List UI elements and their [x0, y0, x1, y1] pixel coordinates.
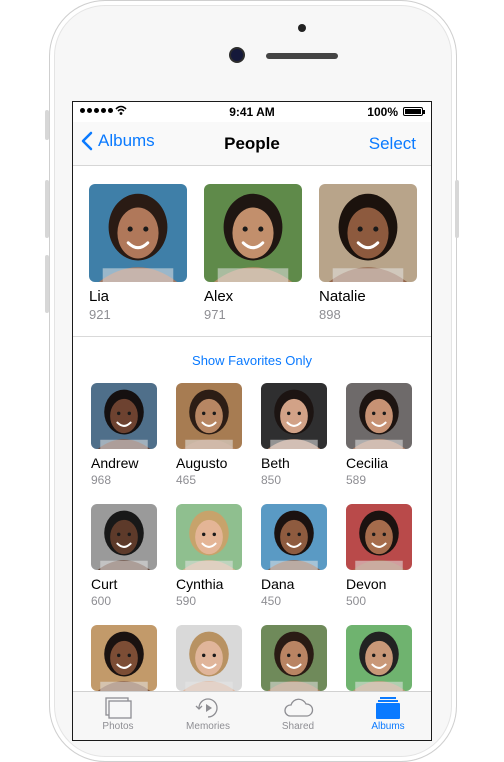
earpiece-speaker [266, 53, 338, 59]
person-name: Cynthia [176, 576, 224, 592]
person-name: Alex [204, 288, 234, 305]
tab-shared[interactable]: Shared [253, 696, 343, 732]
person-card[interactable]: Curt 600 [91, 504, 157, 608]
volume-down-button [45, 255, 49, 313]
tab-albums[interactable]: Albums [343, 696, 431, 732]
photo-count: 968 [91, 473, 112, 487]
person-photo [346, 383, 412, 449]
person-name: Andrew [91, 455, 139, 471]
battery-icon [403, 107, 425, 116]
person-name: Augusto [176, 455, 228, 471]
photo-count: 590 [176, 594, 197, 608]
tab-bar: Photos Memories Shared Albums [73, 691, 431, 740]
person-card[interactable] [261, 625, 327, 691]
person-photo [204, 184, 302, 282]
navigation-bar: Albums People Select [73, 122, 431, 166]
person-name: Natalie [319, 288, 366, 305]
photo-count: 971 [204, 307, 226, 322]
person-photo [91, 383, 157, 449]
person-photo [261, 504, 327, 570]
person-photo [176, 625, 242, 691]
person-photo [261, 383, 327, 449]
mute-switch [45, 110, 49, 140]
proximity-sensor [298, 24, 306, 32]
person-card[interactable]: Andrew 968 [91, 383, 157, 487]
tab-photos[interactable]: Photos [73, 696, 163, 732]
person-card[interactable]: Natalie 898 [319, 184, 417, 322]
people-content: Lia 921 Alex 971 Natalie 898 Show Favorites… [73, 166, 431, 691]
person-photo [319, 184, 417, 282]
screen: 9:41 AM 100% Albums People Select Lia 921 [72, 101, 432, 741]
front-camera [231, 49, 243, 61]
person-name: Devon [346, 576, 387, 592]
volume-up-button [45, 180, 49, 238]
person-name: Lia [89, 288, 110, 305]
photo-count: 850 [261, 473, 282, 487]
person-photo [91, 625, 157, 691]
person-card[interactable]: Beth 850 [261, 383, 327, 487]
photo-count: 921 [89, 307, 111, 322]
person-photo [176, 504, 242, 570]
tab-label: Memories [186, 721, 230, 732]
photo-count: 450 [261, 594, 282, 608]
tab-label: Shared [281, 721, 315, 732]
person-card[interactable] [176, 625, 242, 691]
tab-label: Albums [371, 721, 405, 732]
photo-count: 589 [346, 473, 367, 487]
person-card[interactable]: Cynthia 590 [176, 504, 242, 608]
photos-icon [105, 697, 132, 719]
memories-icon [195, 698, 218, 718]
person-card[interactable]: Alex 971 [204, 184, 302, 322]
person-name: Dana [261, 576, 295, 592]
photo-count: 898 [319, 307, 341, 322]
person-name: Cecilia [346, 455, 389, 471]
tab-memories[interactable]: Memories [163, 696, 253, 732]
person-photo [91, 504, 157, 570]
person-card[interactable] [346, 625, 412, 691]
photo-count: 500 [346, 594, 367, 608]
battery-percentage: 100% [367, 105, 398, 119]
power-button [455, 180, 459, 238]
person-photo [346, 625, 412, 691]
person-name: Curt [91, 576, 118, 592]
shared-cloud-icon [284, 698, 314, 717]
person-card[interactable]: Devon 500 [346, 504, 412, 608]
person-photo [261, 625, 327, 691]
person-card[interactable]: Augusto 465 [176, 383, 242, 487]
albums-icon [376, 697, 400, 719]
person-photo [89, 184, 187, 282]
person-photo [346, 504, 412, 570]
photo-count: 465 [176, 473, 197, 487]
person-card[interactable]: Dana 450 [261, 504, 327, 608]
select-button[interactable]: Select [369, 134, 416, 154]
show-favorites-only-button[interactable]: Show Favorites Only [73, 353, 431, 368]
person-photo [176, 383, 242, 449]
person-card[interactable]: Cecilia 589 [346, 383, 412, 487]
person-card[interactable] [91, 625, 157, 691]
section-divider [73, 336, 431, 337]
person-name: Beth [261, 455, 290, 471]
tab-label: Photos [102, 721, 134, 732]
status-bar: 9:41 AM 100% [73, 102, 431, 122]
person-card[interactable]: Lia 921 [89, 184, 187, 322]
photo-count: 600 [91, 594, 112, 608]
